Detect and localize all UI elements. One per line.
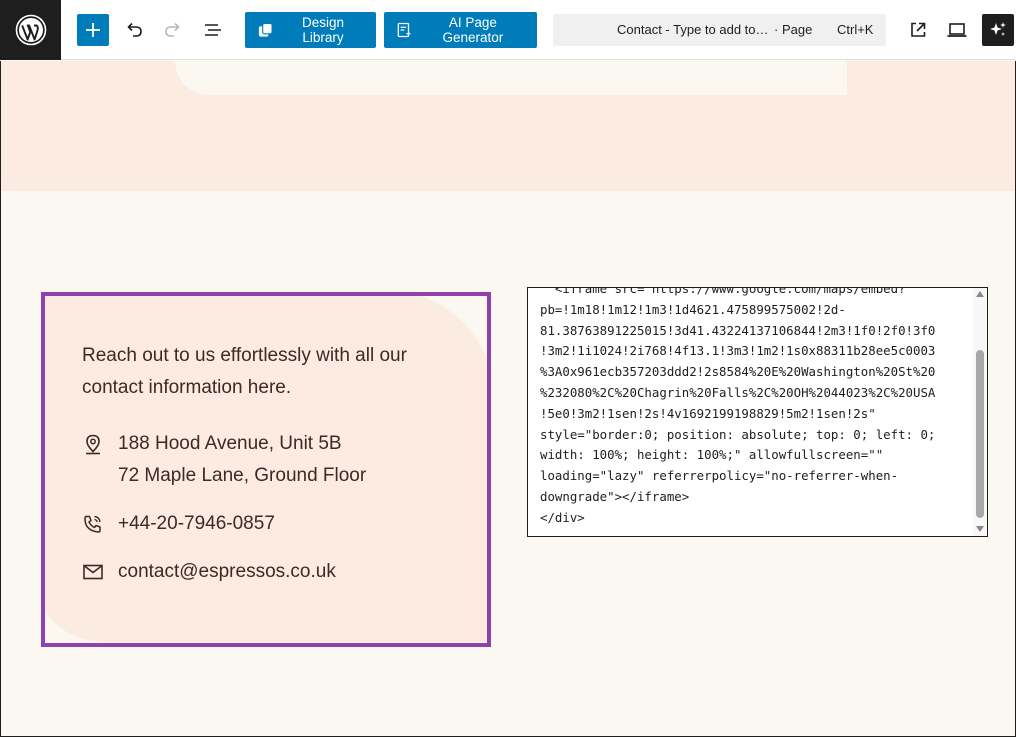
wordpress-logo-button[interactable]: [0, 0, 61, 60]
editor-canvas: Reach out to us effortlessly with all ou…: [0, 61, 1016, 737]
phone-number[interactable]: +44-20-7946-0857: [118, 508, 275, 540]
external-link-icon: [911, 22, 926, 37]
code-line: !5e0!3m2!1sen!2s!4v1692199198829!5m2!1se…: [540, 405, 876, 421]
map-pin-icon: [82, 428, 118, 460]
plus-icon: [86, 23, 100, 37]
code-line: pb=!1m18!1m12!1m3!1d4621.475899575002!2d…: [540, 301, 846, 317]
undo-icon: [127, 22, 142, 37]
custom-html-code-editor[interactable]: <iframe src="https://www.google.com/maps…: [527, 287, 988, 537]
ai-page-generator-button[interactable]: AI Page Generator: [384, 12, 537, 48]
design-library-label: Design Library: [301, 15, 344, 45]
redo-button[interactable]: [157, 14, 189, 46]
phone-row: +44-20-7946-0857: [82, 508, 275, 540]
editor-toolbar: Design Library AI Page Generator Contact…: [0, 0, 1016, 60]
address-line-1: 188 Hood Avenue, Unit 5B: [118, 433, 342, 454]
ai-assistant-button[interactable]: [982, 14, 1014, 46]
code-line: %232080%2C%20Chagrin%20Falls%2C%20OH%204…: [540, 384, 936, 400]
code-line: </div>: [540, 509, 585, 525]
document-type: · Page: [774, 22, 813, 37]
list-view-icon: [205, 24, 221, 36]
email-row: contact@espressos.co.uk: [82, 556, 336, 588]
decorative-shape: [175, 61, 847, 95]
contact-info-content: Reach out to us effortlessly with all ou…: [82, 340, 482, 582]
code-line: width: 100%; height: 100%;" allowfullscr…: [540, 447, 884, 463]
code-line: loading="lazy" referrerpolicy="no-referr…: [540, 468, 899, 484]
code-line: 81.38763891225015!3d41.43224137106844!2m…: [540, 322, 936, 338]
ai-page-icon: [397, 22, 412, 38]
address-line-2: 72 Maple Lane, Ground Floor: [118, 465, 367, 486]
address-text[interactable]: 188 Hood Avenue, Unit 5B 72 Maple Lane, …: [118, 428, 366, 492]
laptop-icon: [947, 23, 967, 37]
wordpress-logo-icon: [15, 14, 46, 46]
command-palette-bar[interactable]: Contact - Type to add to… · Page Ctrl+K: [553, 14, 886, 46]
view-page-button[interactable]: [902, 14, 934, 46]
design-library-button[interactable]: Design Library: [245, 12, 376, 48]
code-line: <iframe src="https://www.google.com/maps…: [540, 287, 906, 296]
ai-page-generator-label: AI Page Generator: [442, 15, 504, 45]
scroll-down-arrow-icon[interactable]: [976, 526, 984, 532]
address-row: 188 Hood Avenue, Unit 5B 72 Maple Lane, …: [82, 428, 366, 492]
code-line: %3A0x961ecb357203ddd2!2s8584%20E%20Washi…: [540, 364, 936, 380]
scroll-thumb[interactable]: [976, 350, 984, 518]
code-scrollbar[interactable]: [973, 288, 987, 536]
code-line: style="border:0; position: absolute; top…: [540, 426, 936, 442]
phone-icon: [82, 508, 118, 540]
scroll-up-arrow-icon[interactable]: [976, 291, 984, 297]
mail-icon: [82, 556, 118, 588]
redo-icon: [165, 22, 180, 37]
add-block-button[interactable]: [77, 14, 109, 46]
undo-button[interactable]: [118, 14, 150, 46]
email-address[interactable]: contact@espressos.co.uk: [118, 556, 336, 588]
code-line: downgrade"></iframe>: [540, 488, 690, 504]
list-view-button[interactable]: [197, 14, 229, 46]
document-title: Contact - Type to add to…: [617, 22, 769, 37]
code-text[interactable]: <iframe src="https://www.google.com/maps…: [540, 287, 936, 529]
design-library-icon: [258, 22, 273, 37]
command-shortcut: Ctrl+K: [837, 22, 874, 37]
preview-device-button[interactable]: [941, 14, 973, 46]
contact-intro-text[interactable]: Reach out to us effortlessly with all ou…: [82, 340, 462, 404]
contact-info-block[interactable]: Reach out to us effortlessly with all ou…: [41, 292, 491, 647]
sparkle-icon: [990, 22, 1006, 36]
code-line: !3m2!1i1024!2i768!4f13.1!3m3!1m2!1s0x883…: [540, 343, 936, 359]
